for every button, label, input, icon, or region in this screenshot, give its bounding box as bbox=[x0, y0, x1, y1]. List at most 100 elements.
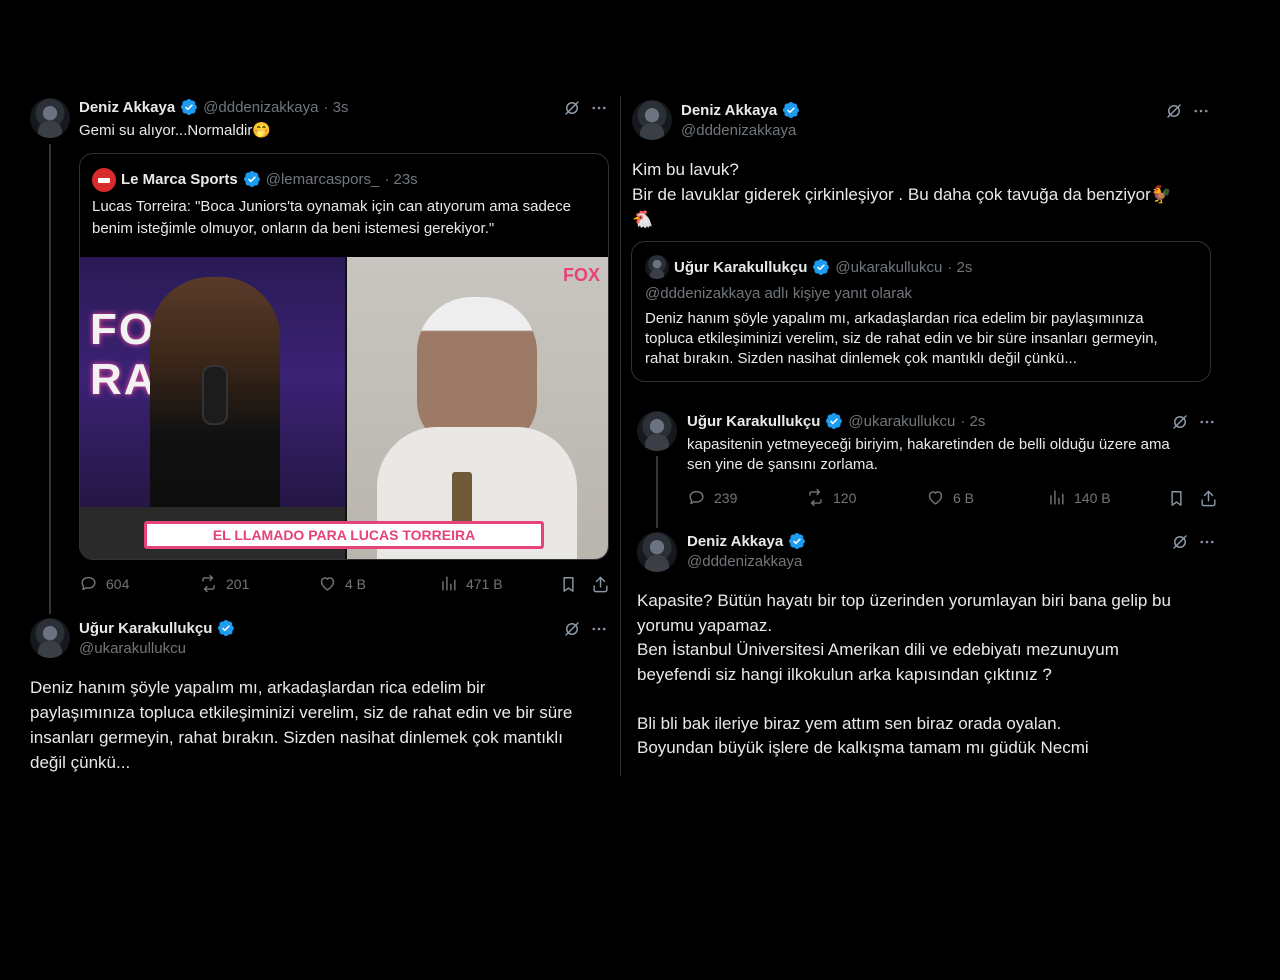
reply-count: 239 bbox=[714, 489, 738, 506]
verified-badge-icon bbox=[788, 532, 806, 550]
retweet-icon bbox=[199, 574, 218, 593]
share-icon[interactable] bbox=[590, 574, 610, 594]
view-count: 471 B bbox=[466, 575, 503, 592]
tweet-text: Kapasite? Bütün hayatı bir top üzerinden… bbox=[637, 589, 1171, 761]
author-name[interactable]: Uğur Karakullukçu bbox=[687, 413, 820, 430]
quote-author-name[interactable]: Uğur Karakullukçu bbox=[674, 259, 807, 276]
author-handle[interactable]: @dddenizakkaya bbox=[203, 99, 318, 116]
author-handle[interactable]: @dddenizakkaya bbox=[681, 122, 796, 139]
grok-icon[interactable] bbox=[562, 98, 582, 118]
retweet-count: 120 bbox=[833, 489, 857, 506]
tweet-time[interactable]: · 2s bbox=[960, 413, 985, 430]
author-handle[interactable]: @ukarakullukcu bbox=[79, 640, 186, 657]
quote-text-line: benim isteğimle olmuyor, onların da beni… bbox=[92, 220, 495, 237]
grok-icon[interactable] bbox=[562, 619, 582, 639]
quote-author-name[interactable]: Le Marca Sports bbox=[121, 171, 238, 188]
author-handle[interactable]: @ukarakullukcu bbox=[848, 413, 955, 430]
retweet-button[interactable]: 120 bbox=[806, 488, 856, 507]
quote-text-line: rahat bırakın. Sizden nasihat dinlemek ç… bbox=[645, 350, 1077, 367]
tweet-text: Kim bu lavuk? Bir de lavuklar giderek çi… bbox=[632, 157, 1172, 232]
more-options-icon[interactable] bbox=[589, 98, 609, 118]
author-name[interactable]: Deniz Akkaya bbox=[687, 533, 783, 550]
quote-text: Lucas Torreira: "Boca Juniors'ta oynamak… bbox=[92, 196, 571, 240]
tweet-header: Deniz Akkaya bbox=[681, 101, 800, 119]
more-options-icon[interactable] bbox=[589, 619, 609, 639]
views-button[interactable]: 471 B bbox=[439, 574, 503, 593]
quote-media-image[interactable]: FOX RADIO FOX EL LLAMADO PARA LUCAS TORR… bbox=[80, 257, 608, 559]
grok-icon[interactable] bbox=[1170, 412, 1190, 432]
quote-avatar[interactable] bbox=[645, 255, 669, 279]
tweet-text-line: paylaşımınıza topluca etkileşiminizi ver… bbox=[30, 703, 573, 722]
views-icon bbox=[1047, 488, 1066, 507]
quoted-tweet[interactable]: Le Marca Sports @lemarcaspors_ · 23s Luc… bbox=[79, 153, 609, 560]
avatar[interactable] bbox=[30, 98, 70, 138]
reply-to-label: @dddenizakkaya adlı kişiye yanıt olarak bbox=[645, 285, 913, 302]
tweet-text-line: Ben İstanbul Üniversitesi Amerikan dili … bbox=[637, 640, 1119, 659]
verified-badge-icon bbox=[217, 619, 235, 637]
author-name[interactable]: Deniz Akkaya bbox=[681, 102, 777, 119]
verified-badge-icon bbox=[782, 101, 800, 119]
author-handle[interactable]: @dddenizakkaya bbox=[687, 553, 802, 570]
verified-badge-icon bbox=[812, 258, 830, 276]
quote-author-handle[interactable]: @lemarcaspors_ bbox=[266, 171, 380, 188]
reply-icon bbox=[687, 488, 706, 507]
avatar[interactable] bbox=[637, 532, 677, 572]
grok-icon[interactable] bbox=[1164, 101, 1184, 121]
like-button[interactable]: 6 B bbox=[926, 488, 974, 507]
caption-banner-text: EL LLAMADO PARA LUCAS TORREIRA bbox=[212, 527, 476, 543]
verified-badge-icon bbox=[180, 98, 198, 116]
avatar[interactable] bbox=[632, 100, 672, 140]
quote-text-line: topluca etkileşiminizi verelim, siz de r… bbox=[645, 330, 1158, 347]
tweet-text-spacer bbox=[637, 687, 1171, 712]
retweet-count: 201 bbox=[226, 575, 250, 592]
like-button[interactable]: 4 B bbox=[318, 574, 366, 593]
quote-text-line: Lucas Torreira: "Boca Juniors'ta oynamak… bbox=[92, 198, 571, 215]
tweet-text-line: Bir de lavuklar giderek çirkinleşiyor . … bbox=[632, 185, 1172, 204]
microphone-icon bbox=[202, 365, 228, 425]
tweet-text-line: sen yine de şansını zorlama. bbox=[687, 456, 878, 473]
like-count: 4 B bbox=[345, 575, 367, 592]
tweet-text-line: değil çünkü... bbox=[30, 753, 131, 772]
more-options-icon[interactable] bbox=[1191, 101, 1211, 121]
tweet-text: Deniz hanım şöyle yapalım mı, arkadaşlar… bbox=[30, 675, 572, 775]
reply-count: 604 bbox=[106, 575, 130, 592]
quoted-tweet[interactable]: Uğur Karakullukçu @ukarakullukcu · 2s @d… bbox=[631, 241, 1211, 382]
grok-icon[interactable] bbox=[1170, 532, 1190, 552]
bookmark-icon[interactable] bbox=[1166, 488, 1186, 508]
retweet-button[interactable]: 201 bbox=[199, 574, 249, 593]
verified-badge-icon bbox=[243, 170, 261, 188]
reply-button[interactable]: 239 bbox=[687, 488, 737, 507]
tweet-time[interactable]: · 3s bbox=[323, 99, 348, 116]
tweet-header: Uğur Karakullukçu bbox=[79, 619, 235, 637]
views-button[interactable]: 140 B bbox=[1047, 488, 1111, 507]
more-options-icon[interactable] bbox=[1197, 532, 1217, 552]
reply-icon bbox=[79, 574, 98, 593]
tweet-text: Gemi su alıyor...Normaldir🤭 bbox=[79, 122, 272, 139]
tweet-header: Uğur Karakullukçu @ukarakullukcu · 2s bbox=[687, 412, 985, 430]
tweet-text-line: beyefendi siz hangi ilkokulun arka kapıs… bbox=[637, 664, 1052, 684]
channel-logo: FOX bbox=[562, 265, 600, 285]
views-icon bbox=[439, 574, 458, 593]
view-count: 140 B bbox=[1074, 489, 1111, 506]
heart-icon bbox=[318, 574, 337, 593]
tweet-text-line: Deniz hanım şöyle yapalım mı, arkadaşlar… bbox=[30, 678, 486, 697]
caption-banner: EL LLAMADO PARA LUCAS TORREIRA bbox=[144, 521, 544, 549]
tweet-text-line: insanları germeyin, rahat bırakın. Sizde… bbox=[30, 728, 563, 747]
tweet-header: Deniz Akkaya bbox=[687, 532, 806, 550]
quote-time[interactable]: · 23s bbox=[384, 171, 417, 188]
column-divider bbox=[620, 96, 621, 776]
quote-avatar[interactable] bbox=[92, 168, 116, 192]
author-name[interactable]: Uğur Karakullukçu bbox=[79, 620, 212, 637]
tweet-text-line: kapasitenin yetmeyeceği biriyim, hakaret… bbox=[687, 436, 1170, 453]
more-options-icon[interactable] bbox=[1197, 412, 1217, 432]
author-name[interactable]: Deniz Akkaya bbox=[79, 99, 175, 116]
quote-time[interactable]: · 2s bbox=[947, 259, 972, 276]
tweet-text-line: Kapasite? Bütün hayatı bir top üzerinden… bbox=[637, 591, 1171, 610]
share-icon[interactable] bbox=[1198, 488, 1218, 508]
reply-button[interactable]: 604 bbox=[79, 574, 129, 593]
avatar[interactable] bbox=[637, 411, 677, 451]
quote-author-handle[interactable]: @ukarakullukcu bbox=[835, 259, 942, 276]
avatar[interactable] bbox=[30, 618, 70, 658]
guest-figure bbox=[417, 297, 537, 447]
bookmark-icon[interactable] bbox=[558, 574, 578, 594]
